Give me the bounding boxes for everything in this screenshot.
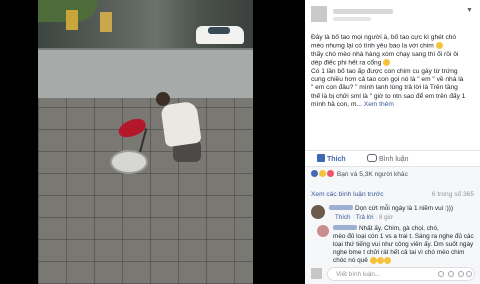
sticker-icon[interactable] [466, 271, 472, 277]
photo-shop-sign [66, 10, 78, 30]
reactions-row: Bạn và 5,3K người khác [311, 170, 408, 179]
love-reaction-icon [327, 170, 334, 177]
like-button[interactable]: Thích [317, 154, 346, 164]
my-avatar [311, 268, 322, 279]
comment-text: Dọn cứt mỗi ngày là 1 niềm vui :))) [329, 205, 453, 213]
comment-icon [367, 154, 377, 162]
reactions-text: Bạn và 5,3K người khác [336, 171, 408, 178]
comment-line: nghe bme t chửi rát hết cả tai vì chó mè… [333, 249, 465, 256]
comment-line: loại thứ tiếng vui như công viên ấy. Dm … [333, 241, 474, 248]
photo-man [160, 100, 202, 148]
post-time-redacted [333, 17, 371, 21]
comment-meta: Thích · Trả lời · 8 giờ [335, 214, 393, 221]
photo-road [38, 50, 253, 102]
post-actions: Thích Bình luận [305, 150, 480, 167]
haha-reaction-icon [319, 170, 326, 177]
comment-body: Dọn cứt mỗi ngày là 1 niềm vui :))) [355, 205, 454, 212]
post-line: Đây là bố tao mọi người à, bố tao cực kì… [311, 34, 457, 41]
photo-man-head [156, 92, 170, 106]
post-sidebar: ▼ Đây là bố tao mọi người à, bố tao cực … [305, 0, 480, 284]
post-line: " em con đâu? " mình lanh lùng trả lời l… [311, 84, 458, 92]
photo-viewer[interactable] [0, 0, 305, 284]
comment-line: chóc nó quê [333, 257, 370, 265]
post-header: ▼ [311, 6, 474, 24]
emoji-icon [383, 257, 391, 264]
chevron-down-icon[interactable]: ▼ [466, 6, 474, 14]
comment-reply-link[interactable]: Trả lời [356, 214, 374, 221]
comment-avatar[interactable] [311, 205, 325, 219]
post-text: Đây là bố tao mọi người à, bố tao cực kì… [311, 34, 474, 109]
comment-avatar[interactable] [317, 225, 329, 237]
comment-label: Bình luận [379, 156, 409, 163]
photo-car-window [208, 27, 230, 34]
post-line: Có 1 lần bố tao ấp được con chim cu gáy … [311, 67, 458, 75]
post-line: thấy chó mèo nhà hàng xóm chạy sang thì … [311, 50, 459, 58]
post-line: mèo nhưng lại có tình yêu bao la với chi… [311, 42, 436, 50]
like-label: Thích [327, 156, 346, 163]
reactions-summary[interactable]: Bạn và 5,3K người khác [305, 166, 480, 181]
post-photo[interactable] [38, 0, 253, 284]
comment-button[interactable]: Bình luận [367, 154, 409, 164]
comment-text: Nhất ấy. Chim, gà chọi, chó, mèo đủ loại … [333, 225, 477, 265]
comment-line: mèo đủ loại còn 1 vs a trai t. Sáng ra n… [333, 233, 474, 240]
author-avatar[interactable] [311, 6, 327, 22]
author-name-redacted[interactable] [333, 9, 393, 14]
photo-shop-sign [100, 12, 112, 32]
view-previous-comments-link[interactable]: Xem các bình luận trước [311, 190, 384, 199]
photo-basin [110, 150, 148, 174]
emoji-icon [376, 257, 384, 264]
post-line: mình hả con, m... [311, 100, 362, 108]
commenter-name-redacted[interactable] [329, 205, 353, 210]
post-line: dép điếc phi hết ra cổng [311, 59, 384, 67]
emoji-icon [383, 59, 391, 67]
commenter-name-redacted[interactable] [333, 225, 357, 230]
comment-like-link[interactable]: Thích [335, 214, 350, 221]
thumbs-up-icon [317, 154, 325, 162]
write-comment-input[interactable]: Viết bình luận... [327, 267, 475, 281]
comment-count: 6 trong số 365 [431, 191, 474, 198]
post-line: cung chiều hơn cả tao con gọi nó là " em… [311, 75, 464, 83]
gif-icon[interactable] [458, 271, 464, 277]
emoji-picker-icon[interactable] [438, 271, 444, 277]
emoji-icon [369, 257, 377, 264]
see-more-link[interactable]: Xem thêm [364, 101, 394, 108]
comment-placeholder: Viết bình luận... [336, 271, 381, 278]
like-reaction-icon [311, 170, 318, 177]
camera-icon[interactable] [448, 271, 454, 277]
comment-time: 8 giờ [378, 214, 393, 221]
comments-section: Xem các bình luận trước 6 trong số 365 D… [305, 180, 480, 284]
comment-line: Nhất ấy. Chim, gà chọi, chó, [359, 225, 439, 232]
emoji-icon [435, 42, 443, 50]
post-line: thế là bị chửi sml là " giờ to ntn sao đ… [311, 92, 466, 100]
